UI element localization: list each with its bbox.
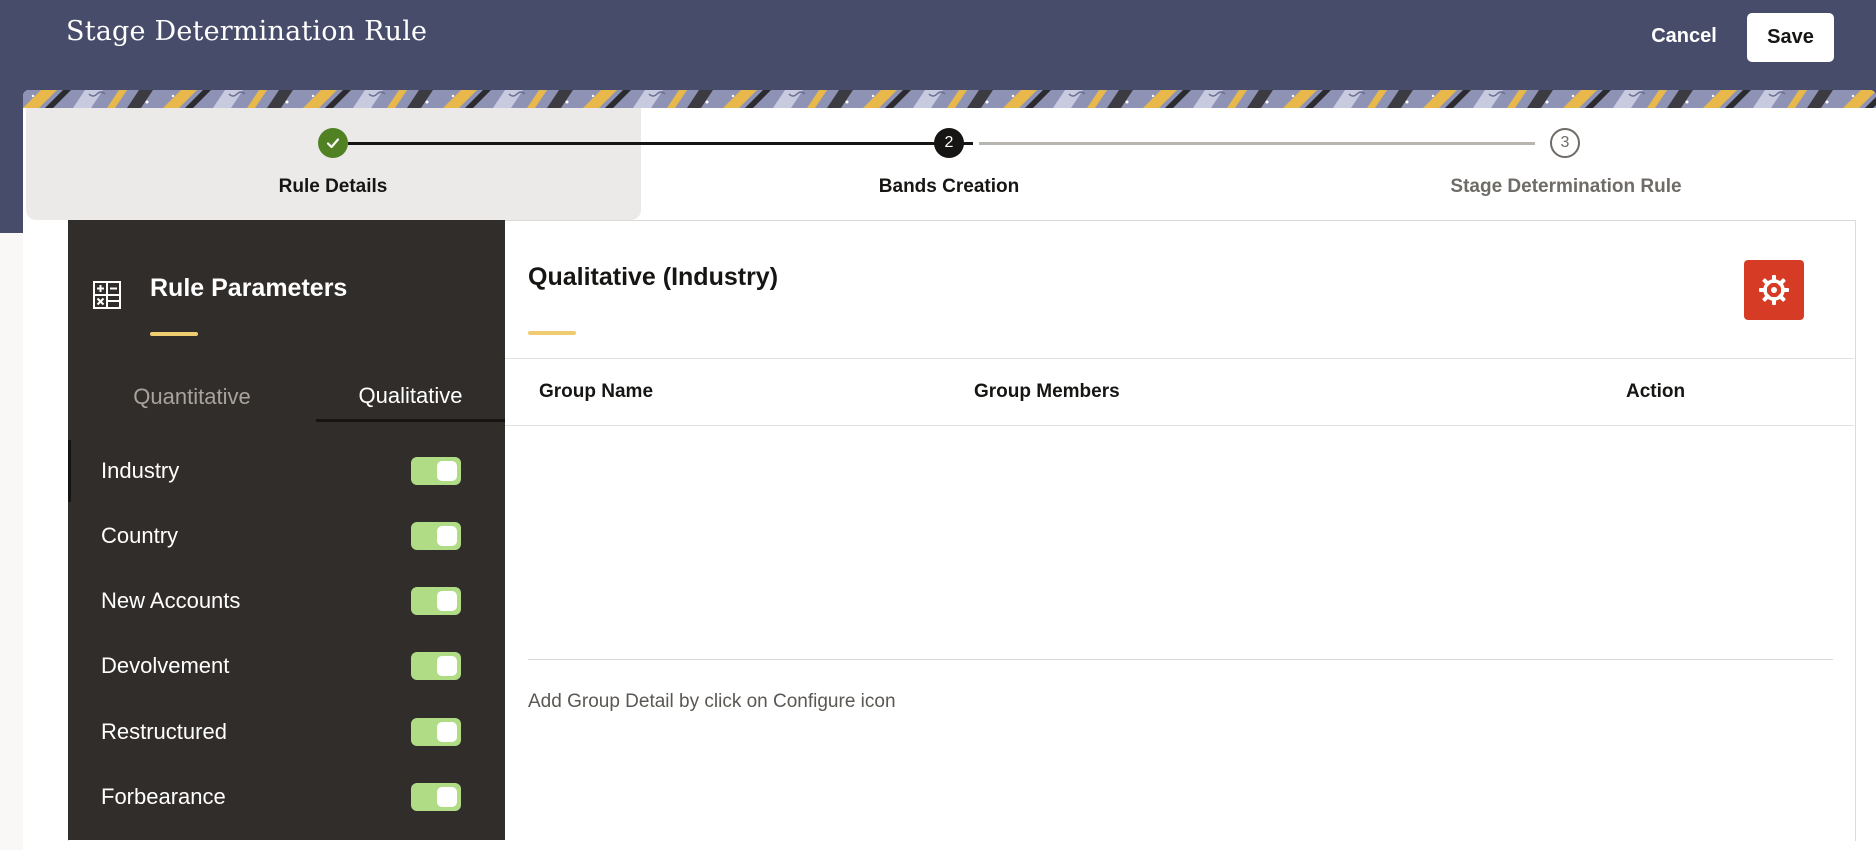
sidebar-item-label: Forbearance <box>101 784 226 809</box>
step-connector-completed <box>348 142 973 145</box>
toggle-knob <box>437 722 457 742</box>
forbearance-toggle[interactable] <box>411 783 461 811</box>
gear-icon <box>1759 275 1789 305</box>
new-accounts-toggle[interactable] <box>411 587 461 615</box>
rule-parameters-sidebar: Rule Parameters Quantitative Qualitative… <box>68 220 505 840</box>
toggle-knob <box>437 526 457 546</box>
sidebar-item-devolvement[interactable]: Devolvement <box>68 635 505 697</box>
sidebar-title-underline <box>150 332 198 336</box>
toggle-knob <box>437 591 457 611</box>
sidebar-title: Rule Parameters <box>150 274 348 302</box>
toggle-knob <box>437 656 457 676</box>
step-connector-upcoming <box>979 142 1535 145</box>
step-3-circle[interactable]: 3 <box>1550 128 1580 158</box>
column-header-action[interactable]: Action <box>1626 381 1685 403</box>
decorative-banner <box>23 90 1876 108</box>
sidebar-item-restructured[interactable]: Restructured <box>68 701 505 763</box>
check-icon <box>326 138 340 149</box>
page-title: Stage Determination Rule <box>66 16 428 47</box>
wizard-stepper: Rule Details 2 Bands Creation 3 Stage De… <box>23 108 1876 220</box>
configure-button[interactable] <box>1744 260 1804 320</box>
step-2-circle[interactable]: 2 <box>934 128 964 158</box>
table-grid-icon <box>92 280 122 315</box>
toggle-knob <box>437 461 457 481</box>
step-2-label[interactable]: Bands Creation <box>879 176 1019 198</box>
tab-qualitative[interactable]: Qualitative <box>316 372 505 422</box>
empty-state-message: Add Group Detail by click on Configure i… <box>528 691 896 712</box>
table-header-row: Group Name Group Members Action <box>505 358 1854 426</box>
sidebar-item-label: Industry <box>101 458 180 483</box>
sidebar-item-label: New Accounts <box>101 588 241 613</box>
sidebar-item-label: Country <box>101 523 179 548</box>
step-1-circle[interactable] <box>318 128 348 158</box>
sidebar-item-label: Restructured <box>101 719 227 744</box>
column-header-group-members[interactable]: Group Members <box>974 381 1120 403</box>
cancel-button[interactable]: Cancel <box>1634 14 1734 58</box>
empty-state-divider <box>528 659 1833 660</box>
sidebar-item-industry[interactable]: Industry <box>68 440 505 502</box>
sidebar-item-label: Devolvement <box>101 653 230 678</box>
column-header-group-name[interactable]: Group Name <box>539 381 653 403</box>
sidebar-item-new-accounts[interactable]: New Accounts <box>68 570 505 632</box>
step-3-label[interactable]: Stage Determination Rule <box>1450 176 1681 198</box>
industry-toggle[interactable] <box>411 457 461 485</box>
tab-quantitative[interactable]: Quantitative <box>68 372 316 422</box>
country-toggle[interactable] <box>411 522 461 550</box>
main-title-underline <box>528 331 576 335</box>
devolvement-toggle[interactable] <box>411 652 461 680</box>
sidebar-item-country[interactable]: Country <box>68 505 505 567</box>
main-section-title: Qualitative (Industry) <box>528 263 779 291</box>
restructured-toggle[interactable] <box>411 718 461 746</box>
step-1-label[interactable]: Rule Details <box>279 176 388 198</box>
save-button[interactable]: Save <box>1747 13 1834 62</box>
toggle-knob <box>437 787 457 807</box>
step-completed-background <box>26 108 641 220</box>
sidebar-item-forbearance[interactable]: Forbearance <box>68 766 505 828</box>
